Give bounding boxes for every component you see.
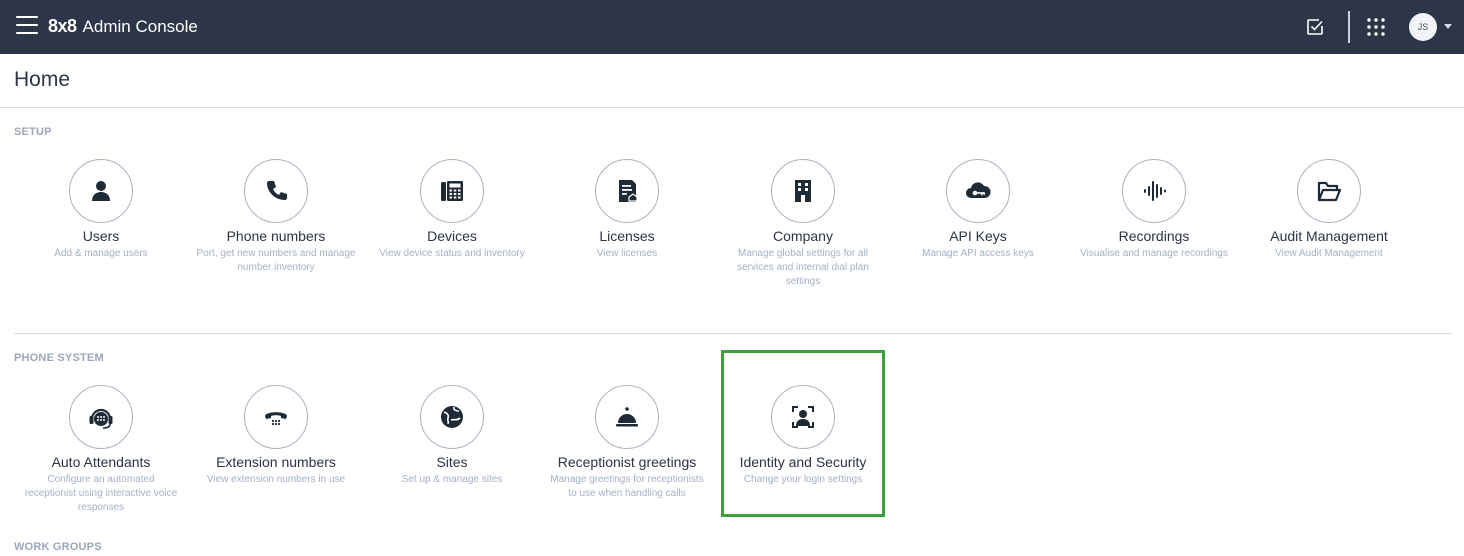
desk-phone-icon xyxy=(420,159,484,223)
tile-label: Extension numbers xyxy=(216,454,336,470)
tasks-checkbox-icon[interactable] xyxy=(1305,17,1325,37)
tile-description: View Audit Management xyxy=(1275,248,1383,259)
section-label-setup: SETUP xyxy=(14,126,52,138)
user-avatar[interactable]: JS xyxy=(1409,13,1437,41)
folder-open-icon xyxy=(1297,159,1361,223)
tile-description: Port, get new numbers and manage number … xyxy=(196,248,356,273)
tile-label: API Keys xyxy=(949,228,1007,244)
tile-phone-numbers[interactable]: Phone numbers Port, get new numbers and … xyxy=(192,159,360,275)
highlight-box xyxy=(721,350,885,517)
cloud-key-icon xyxy=(946,159,1010,223)
user-icon xyxy=(69,159,133,223)
license-icon xyxy=(595,159,659,223)
brand[interactable]: 8x8 Admin Console xyxy=(48,15,198,38)
tile-description: Manage greetings for receptionists to us… xyxy=(550,474,704,499)
section-label-phone-system: PHONE SYSTEM xyxy=(14,352,104,364)
tile-label: Users xyxy=(82,228,120,244)
tile-description: View licenses xyxy=(596,248,658,259)
tile-description: Manage global settings for all services … xyxy=(737,248,869,287)
tile-label: Phone numbers xyxy=(226,228,326,244)
service-bell-icon xyxy=(595,385,659,449)
tile-description: Set up & manage sites xyxy=(401,474,503,485)
top-bar: 8x8 Admin Console JS xyxy=(0,0,1464,54)
tile-label: Recordings xyxy=(1118,228,1190,244)
tile-description: View device status and inventory xyxy=(379,248,525,259)
tile-description: View extension numbers in use xyxy=(206,474,346,485)
globe-icon xyxy=(420,385,484,449)
tile-auto-attendants[interactable]: Auto Attendants Configure an automated r… xyxy=(17,385,185,515)
tile-description: Add & manage users xyxy=(54,248,148,259)
tile-description: Visualise and manage recordings xyxy=(1080,248,1228,259)
tile-api-keys[interactable]: API Keys Manage API access keys xyxy=(894,159,1062,261)
tile-devices[interactable]: Devices View device status and inventory xyxy=(368,159,536,261)
section-divider xyxy=(14,333,1452,334)
brand-logo: 8x8 xyxy=(48,16,77,36)
section-label-work-groups: WORK GROUPS xyxy=(14,541,102,553)
phone-icon xyxy=(244,159,308,223)
tile-users[interactable]: Users Add & manage users xyxy=(17,159,185,261)
tile-label: Audit Management xyxy=(1270,228,1388,244)
tile-company[interactable]: Company Manage global settings for all s… xyxy=(719,159,887,289)
title-divider xyxy=(0,107,1464,108)
building-icon xyxy=(771,159,835,223)
brand-title: Admin Console xyxy=(82,17,198,36)
tile-description: Manage API access keys xyxy=(922,248,1034,259)
tile-label: Devices xyxy=(427,228,477,244)
page-title: Home xyxy=(14,68,71,91)
tile-receptionist-greetings[interactable]: Receptionist greetings Manage greetings … xyxy=(543,385,711,501)
tile-recordings[interactable]: Recordings Visualise and manage recordin… xyxy=(1070,159,1238,261)
hamburger-menu-icon[interactable] xyxy=(16,16,38,34)
tile-label: Licenses xyxy=(599,228,655,244)
soundwave-icon xyxy=(1122,159,1186,223)
tile-extension-numbers[interactable]: Extension numbers View extension numbers… xyxy=(192,385,360,487)
rotary-phone-icon xyxy=(244,385,308,449)
tile-label: Auto Attendants xyxy=(51,454,151,470)
tile-audit-management[interactable]: Audit Management View Audit Management xyxy=(1245,159,1413,261)
tile-sites[interactable]: Sites Set up & manage sites xyxy=(368,385,536,487)
tile-licenses[interactable]: Licenses View licenses xyxy=(543,159,711,261)
headset-icon xyxy=(69,385,133,449)
header-divider xyxy=(1348,11,1350,43)
app-grid-icon[interactable] xyxy=(1366,17,1386,37)
tile-label: Receptionist greetings xyxy=(557,454,697,470)
chevron-down-icon[interactable] xyxy=(1444,24,1452,29)
tile-label: Company xyxy=(773,228,833,244)
tile-description: Configure an automated receptionist usin… xyxy=(24,474,178,513)
tile-label: Sites xyxy=(436,454,468,470)
